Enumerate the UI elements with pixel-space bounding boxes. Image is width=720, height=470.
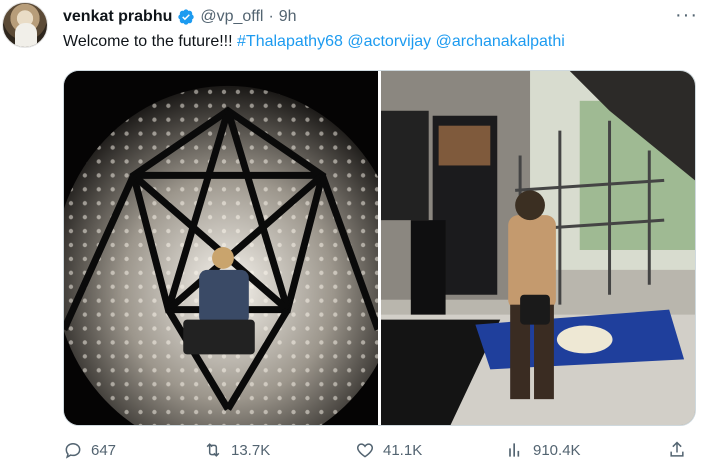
media-image-exhibit[interactable] [381,71,695,425]
retweet-button[interactable]: 13.7K [203,440,270,460]
mention-link-archanakalpathi[interactable]: @archanakalpathi [436,33,565,50]
action-bar: 647 13.7K 41.1K 910.4K [63,440,696,468]
media-grid [63,70,696,426]
author-name[interactable]: venkat prabhu [63,8,172,26]
retweet-count: 13.7K [231,441,271,459]
verified-badge-icon [178,9,195,25]
separator-dot: · [268,8,274,25]
views-count: 910.4K [533,441,581,459]
like-button[interactable]: 41.1K [355,440,422,460]
hashtag-link[interactable]: #Thalapathy68 [237,33,343,50]
tweet-text: Welcome to the future!!! #Thalapathy68 @… [63,33,565,51]
reply-button[interactable]: 647 [63,440,116,460]
views-button[interactable]: 910.4K [505,440,581,460]
reply-icon [65,442,81,459]
mention-link-actorvijay[interactable]: @actorvijay [347,33,431,50]
author-handle[interactable]: @vp_offl [200,8,263,26]
reply-count: 647 [91,441,117,459]
tweet-header: venkat prabhu @vp_offl · 9h [63,6,297,28]
like-icon [356,443,374,458]
more-icon[interactable]: ··· [675,4,698,27]
timestamp[interactable]: 9h [279,8,297,26]
share-icon [670,441,684,457]
avatar[interactable] [2,2,48,48]
media-image-light-stage[interactable] [64,71,378,425]
views-icon [509,443,520,457]
retweet-icon [206,443,220,457]
like-count: 41.1K [383,441,423,459]
tweet-text-body: Welcome to the future!!! [63,33,238,50]
share-button[interactable] [667,440,687,460]
